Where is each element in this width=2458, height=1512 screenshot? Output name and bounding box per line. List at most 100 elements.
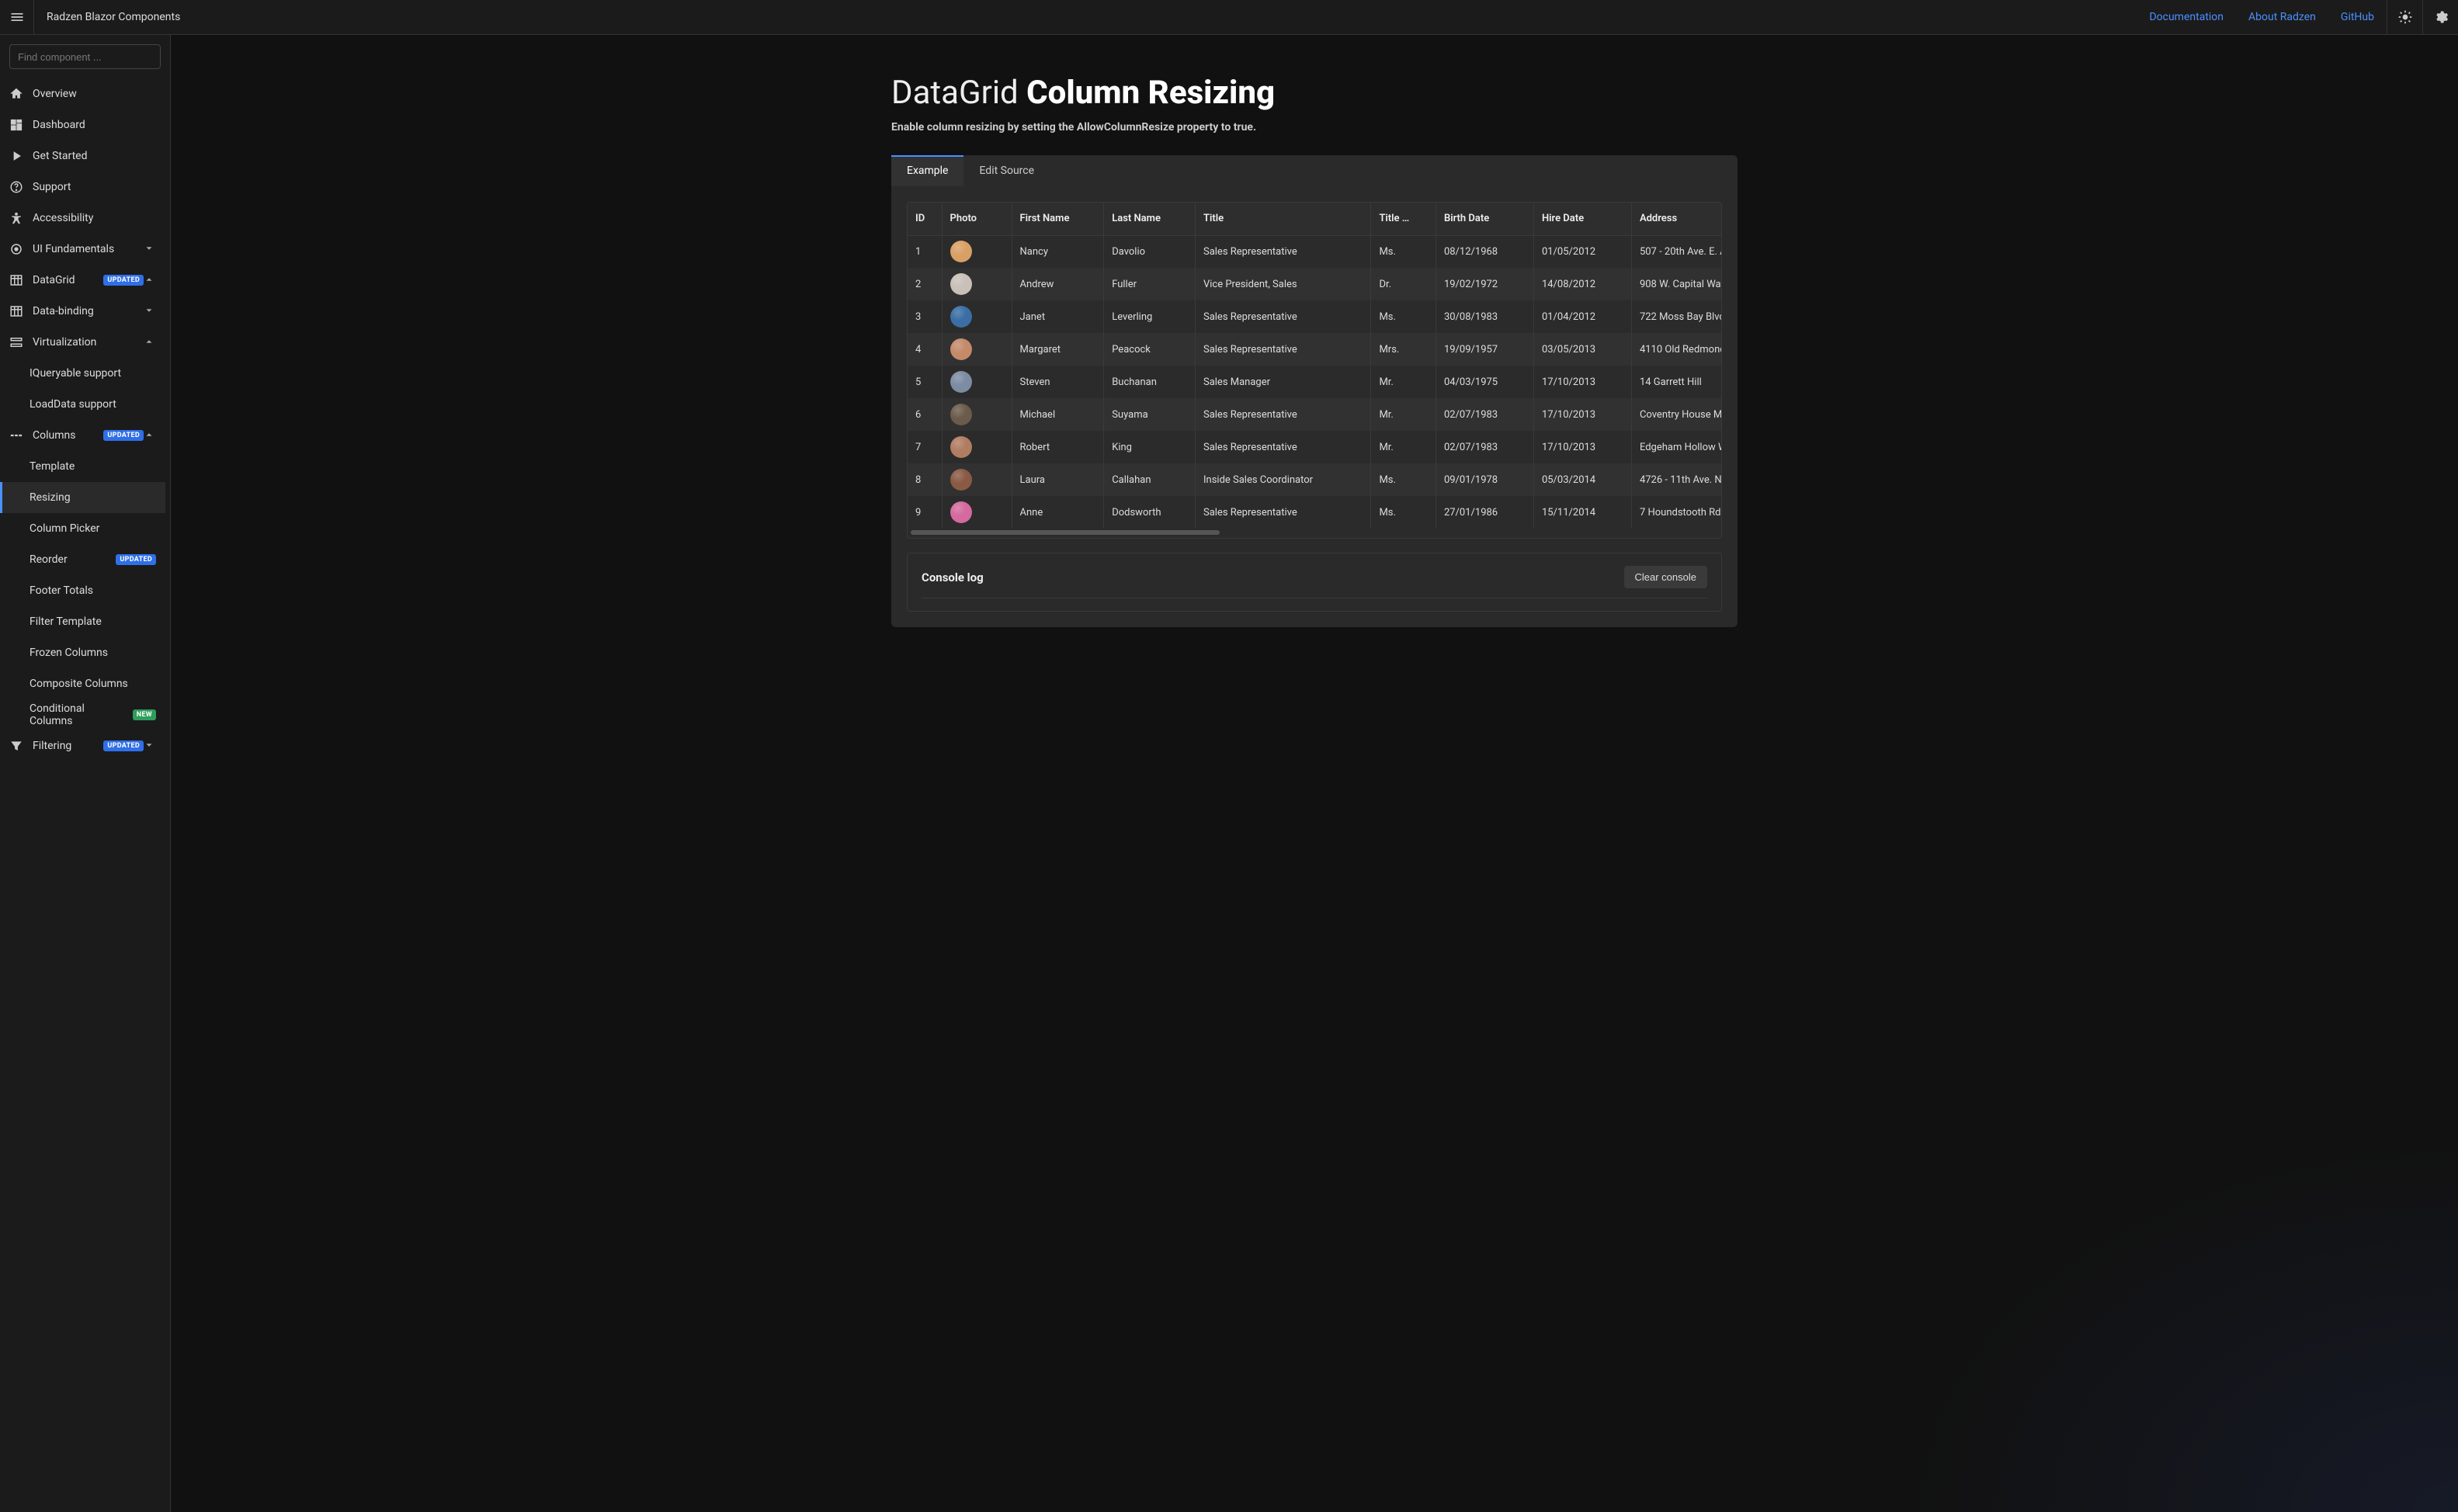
- column-header[interactable]: First Name: [1012, 203, 1104, 235]
- column-header[interactable]: Title …: [1371, 203, 1436, 235]
- avatar: [950, 241, 972, 262]
- cell-address: 722 Moss Bay Blvd.: [1631, 300, 1721, 333]
- sidebar-item-dashboard[interactable]: Dashboard: [0, 109, 165, 140]
- sidebar-item-data-binding[interactable]: Data-binding: [0, 296, 165, 327]
- sidebar-item-conditional-columns[interactable]: Conditional ColumnsNEW: [0, 699, 165, 730]
- sidebar-label: Filter Template: [30, 616, 156, 628]
- sidebar-label: Dashboard: [33, 119, 156, 131]
- sidebar-item-filtering[interactable]: Filtering UPDATED: [0, 730, 165, 761]
- cell-title-courtesy: Ms.: [1371, 300, 1436, 333]
- sidebar-label: UI Fundamentals: [33, 243, 144, 255]
- sidebar-item-columns[interactable]: Columns UPDATED: [0, 420, 165, 451]
- column-header[interactable]: Photo: [942, 203, 1012, 235]
- accessibility-icon: [9, 211, 23, 225]
- data-grid: IDPhotoFirst NameLast NameTitleTitle …Bi…: [907, 202, 1722, 539]
- cell-hire-date: 17/10/2013: [1533, 398, 1631, 431]
- tab-example[interactable]: Example: [891, 155, 963, 186]
- cell-hire-date: 03/05/2013: [1533, 333, 1631, 366]
- table-row[interactable]: 9 Anne Dodsworth Sales Representative Ms…: [908, 496, 1721, 529]
- table-row[interactable]: 3 Janet Leverling Sales Representative M…: [908, 300, 1721, 333]
- chevron-up-icon: [144, 429, 156, 442]
- column-header[interactable]: Birth Date: [1436, 203, 1533, 235]
- cell-title: Sales Representative: [1195, 235, 1370, 268]
- table-icon: [9, 273, 23, 287]
- sidebar-item-filter-template[interactable]: Filter Template: [0, 606, 165, 637]
- avatar: [950, 436, 972, 458]
- cell-birth-date: 19/09/1957: [1436, 333, 1533, 366]
- sidebar-item-datagrid[interactable]: DataGrid UPDATED: [0, 265, 165, 296]
- page-title-pre: DataGrid: [891, 74, 1026, 112]
- cell-birth-date: 30/08/1983: [1436, 300, 1533, 333]
- page-title: DataGrid Column Resizing: [891, 74, 1738, 112]
- sidebar-label: Frozen Columns: [30, 647, 156, 659]
- column-header[interactable]: ID: [908, 203, 942, 235]
- cell-address: 7 Houndstooth Rd.: [1631, 496, 1721, 529]
- column-header[interactable]: Last Name: [1104, 203, 1196, 235]
- cell-title: Sales Representative: [1195, 496, 1370, 529]
- cell-title-courtesy: Mr.: [1371, 398, 1436, 431]
- table-row[interactable]: 7 Robert King Sales Representative Mr. 0…: [908, 431, 1721, 463]
- table-row[interactable]: 6 Michael Suyama Sales Representative Mr…: [908, 398, 1721, 431]
- cell-id: 2: [908, 268, 942, 300]
- avatar: [950, 273, 972, 295]
- cell-birth-date: 08/12/1968: [1436, 235, 1533, 268]
- sidebar-item-iqueryable-support[interactable]: IQueryable support: [0, 358, 165, 389]
- app-brand: Radzen Blazor Components: [34, 11, 193, 23]
- sidebar-item-ui-fundamentals[interactable]: UI Fundamentals: [0, 234, 165, 265]
- column-header[interactable]: Address: [1631, 203, 1721, 235]
- page-subtitle: Enable column resizing by setting the Al…: [891, 121, 1738, 134]
- cell-last-name: Callahan: [1104, 463, 1196, 496]
- cell-address: 507 - 20th Ave. E. Apt. 2A: [1631, 235, 1721, 268]
- table-row[interactable]: 1 Nancy Davolio Sales Representative Ms.…: [908, 235, 1721, 268]
- home-icon: [9, 87, 23, 101]
- sidebar-item-resizing[interactable]: Resizing: [0, 482, 165, 513]
- column-header[interactable]: Hire Date: [1533, 203, 1631, 235]
- cell-title: Sales Representative: [1195, 431, 1370, 463]
- target-icon: [9, 242, 23, 256]
- sidebar-nav[interactable]: Overview Dashboard Get Started Support A…: [0, 78, 170, 1512]
- nav-link-github[interactable]: GitHub: [2328, 0, 2387, 35]
- sidebar-item-loaddata-support[interactable]: LoadData support: [0, 389, 165, 420]
- cell-address: 908 W. Capital Way: [1631, 268, 1721, 300]
- sidebar-label: Columns: [33, 429, 99, 442]
- clear-console-button[interactable]: Clear console: [1624, 566, 1708, 588]
- nav-link-about[interactable]: About Radzen: [2236, 0, 2328, 35]
- grid-horizontal-scrollbar[interactable]: [908, 530, 1721, 538]
- sidebar-item-accessibility[interactable]: Accessibility: [0, 203, 165, 234]
- sidebar-item-virtualization[interactable]: Virtualization: [0, 327, 165, 358]
- main-content: DataGrid Column Resizing Enable column r…: [171, 35, 2458, 1512]
- dashboard-icon: [9, 118, 23, 132]
- sidebar-item-frozen-columns[interactable]: Frozen Columns: [0, 637, 165, 668]
- table-row[interactable]: 5 Steven Buchanan Sales Manager Mr. 04/0…: [908, 366, 1721, 398]
- column-header[interactable]: Title: [1195, 203, 1370, 235]
- cell-title-courtesy: Ms.: [1371, 463, 1436, 496]
- sidebar-item-template[interactable]: Template: [0, 451, 165, 482]
- play-icon: [9, 149, 23, 163]
- sidebar-item-get-started[interactable]: Get Started: [0, 140, 165, 172]
- cell-photo: [942, 496, 1012, 529]
- sidebar-item-composite-columns[interactable]: Composite Columns: [0, 668, 165, 699]
- cell-hire-date: 17/10/2013: [1533, 431, 1631, 463]
- nav-link-documentation[interactable]: Documentation: [2137, 0, 2236, 35]
- table-row[interactable]: 2 Andrew Fuller Vice President, Sales Dr…: [908, 268, 1721, 300]
- sidebar-item-footer-totals[interactable]: Footer Totals: [0, 575, 165, 606]
- updated-badge: UPDATED: [116, 554, 156, 565]
- sidebar-item-overview[interactable]: Overview: [0, 78, 165, 109]
- cell-birth-date: 19/02/1972: [1436, 268, 1533, 300]
- sidebar-item-column-picker[interactable]: Column Picker: [0, 513, 165, 544]
- table-row[interactable]: 4 Margaret Peacock Sales Representative …: [908, 333, 1721, 366]
- table-row[interactable]: 8 Laura Callahan Inside Sales Coordinato…: [908, 463, 1721, 496]
- theme-toggle-button[interactable]: [2387, 0, 2422, 35]
- sidebar-label: Conditional Columns: [30, 702, 128, 727]
- avatar: [950, 338, 972, 360]
- tab-edit-source[interactable]: Edit Source: [963, 155, 1050, 186]
- chevron-up-icon: [144, 274, 156, 286]
- settings-button[interactable]: [2422, 0, 2458, 35]
- cell-birth-date: 27/01/1986: [1436, 496, 1533, 529]
- sidebar-item-support[interactable]: Support: [0, 172, 165, 203]
- search-input[interactable]: [9, 44, 161, 69]
- cell-birth-date: 09/01/1978: [1436, 463, 1533, 496]
- sidebar-item-reorder[interactable]: ReorderUPDATED: [0, 544, 165, 575]
- cell-first-name: Robert: [1012, 431, 1104, 463]
- menu-toggle-button[interactable]: [0, 0, 34, 35]
